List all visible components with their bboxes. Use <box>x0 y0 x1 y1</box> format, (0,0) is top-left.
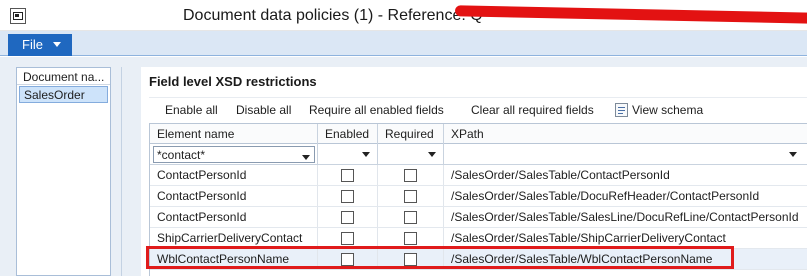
clear-all-required-button[interactable]: Clear all required fields <box>471 103 594 117</box>
restrictions-pane: Field level XSD restrictions Enable all … <box>141 67 807 276</box>
column-header-element-name[interactable]: Element name <box>150 124 318 144</box>
view-schema-button[interactable]: View schema <box>632 103 703 117</box>
table-row[interactable]: ContactPersonId /SalesOrder/SalesTable/D… <box>150 186 807 207</box>
required-cell <box>378 207 444 227</box>
section-title: Field level XSD restrictions <box>149 74 317 89</box>
element-name-filter-value: *contact* <box>157 148 206 162</box>
chevron-down-icon <box>362 152 370 157</box>
grid-toolbar: Enable all Disable all Require all enabl… <box>149 97 807 123</box>
element-name-cell: ContactPersonId <box>150 207 318 227</box>
xpath-cell: /SalesOrder/SalesTable/ContactPersonId <box>451 168 670 182</box>
enabled-cell <box>318 186 378 206</box>
required-checkbox[interactable] <box>404 211 417 224</box>
enabled-cell <box>318 207 378 227</box>
element-name-filter-input[interactable]: *contact* <box>153 146 315 163</box>
required-cell <box>378 165 444 185</box>
column-header-enabled[interactable]: Enabled <box>318 124 378 144</box>
file-menu-label: File <box>22 37 43 52</box>
window-title: Document data policies (1) - Reference: … <box>183 7 483 24</box>
required-cell <box>378 228 444 248</box>
title-bar: Document data policies (1) - Reference: … <box>0 0 807 31</box>
filter-cell-enabled[interactable] <box>318 144 378 164</box>
highlight-box <box>146 246 734 269</box>
enabled-cell <box>318 165 378 185</box>
required-checkbox[interactable] <box>404 169 417 182</box>
required-checkbox[interactable] <box>404 190 417 203</box>
element-name-cell: ShipCarrierDeliveryContact <box>150 228 318 248</box>
app-icon[interactable] <box>10 8 26 24</box>
enabled-cell <box>318 228 378 248</box>
required-checkbox[interactable] <box>404 232 417 245</box>
table-row[interactable]: ContactPersonId /SalesOrder/SalesTable/C… <box>150 165 807 186</box>
enabled-checkbox[interactable] <box>341 211 354 224</box>
grid-header: Element name Enabled Required XPath <box>150 123 807 144</box>
chevron-down-icon <box>302 155 310 160</box>
view-schema-icon <box>615 103 628 117</box>
require-all-enabled-button[interactable]: Require all enabled fields <box>309 103 444 117</box>
document-list-header[interactable]: Document na... <box>17 68 110 85</box>
xpath-cell: /SalesOrder/SalesTable/SalesLine/DocuRef… <box>451 210 799 224</box>
enabled-checkbox[interactable] <box>341 190 354 203</box>
filter-cell-required[interactable] <box>378 144 444 164</box>
chevron-down-icon <box>428 152 436 157</box>
column-header-required[interactable]: Required <box>378 124 444 144</box>
filter-cell-xpath[interactable] <box>444 144 807 164</box>
document-list-pane: Document na... SalesOrder <box>16 67 111 276</box>
table-row[interactable]: ContactPersonId /SalesOrder/SalesTable/S… <box>150 207 807 228</box>
element-name-cell: ContactPersonId <box>150 186 318 206</box>
xpath-cell: /SalesOrder/SalesTable/ShipCarrierDelive… <box>451 231 726 245</box>
filter-cell-element-name: *contact* <box>150 144 318 164</box>
file-menu-button[interactable]: File <box>8 34 72 56</box>
column-header-xpath[interactable]: XPath <box>444 124 807 144</box>
element-name-cell: ContactPersonId <box>150 165 318 185</box>
document-list-item-salesorder[interactable]: SalesOrder <box>19 86 108 103</box>
enable-all-button[interactable]: Enable all <box>165 103 218 117</box>
enabled-checkbox[interactable] <box>341 232 354 245</box>
required-cell <box>378 186 444 206</box>
filter-row: *contact* <box>150 144 807 165</box>
chevron-down-icon <box>53 42 61 47</box>
chevron-down-icon <box>789 152 797 157</box>
redaction-mark <box>454 5 807 24</box>
pane-splitter[interactable] <box>121 67 122 276</box>
disable-all-button[interactable]: Disable all <box>236 103 291 117</box>
workspace: Document na... SalesOrder Field level XS… <box>0 57 807 276</box>
menu-bar: File <box>0 31 807 56</box>
enabled-checkbox[interactable] <box>341 169 354 182</box>
xpath-cell: /SalesOrder/SalesTable/DocuRefHeader/Con… <box>451 189 760 203</box>
